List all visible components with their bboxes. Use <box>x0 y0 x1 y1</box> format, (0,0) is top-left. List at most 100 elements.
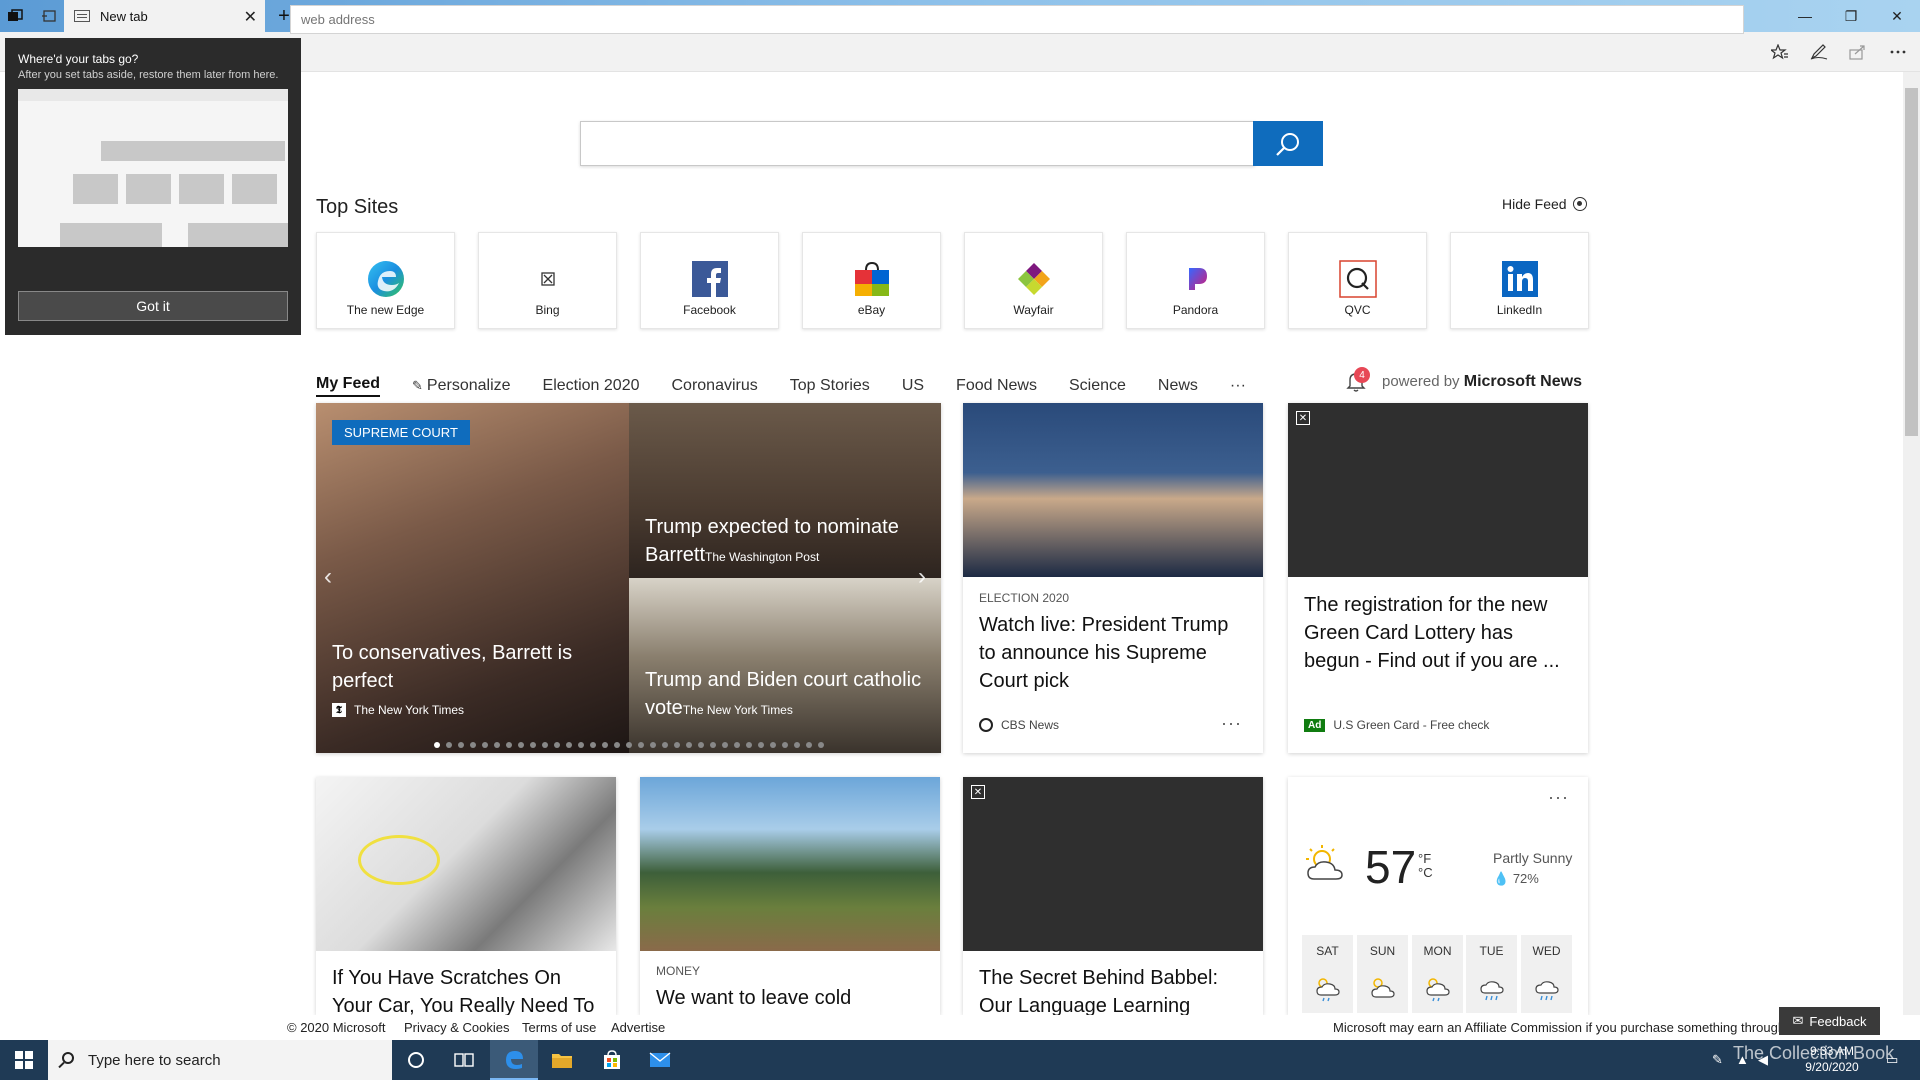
rain-cloud-icon <box>1480 981 1504 1001</box>
hero-story-title[interactable]: Trump and Biden court catholic voteThe N… <box>645 666 935 724</box>
tab-food-news[interactable]: Food News <box>956 377 1037 395</box>
carousel-prev-button[interactable]: ‹ <box>324 563 332 591</box>
ebay-bag-icon <box>852 259 892 299</box>
rain-sun-icon <box>1426 978 1450 1002</box>
notifications-icon[interactable]: ▭ <box>1886 1052 1898 1068</box>
restore-button[interactable]: ❐ <box>1828 0 1874 32</box>
top-site-label: The new Edge <box>346 303 425 317</box>
tab-election-2020[interactable]: Election 2020 <box>543 377 640 395</box>
carousel-next-button[interactable]: › <box>918 563 926 591</box>
top-site-label: QVC <box>1344 303 1371 317</box>
top-site-ebay[interactable]: eBay <box>802 232 941 329</box>
top-site-qvc[interactable]: QVC <box>1288 232 1427 329</box>
got-it-button[interactable]: Got it <box>18 291 288 321</box>
pen-workspace-icon[interactable]: ✎ <box>1712 1052 1723 1068</box>
hide-feed-button[interactable]: Hide Feed <box>1502 196 1587 212</box>
set-tabs-aside-icon[interactable] <box>34 0 64 32</box>
network-icon[interactable]: ▲ <box>1736 1052 1749 1067</box>
tab-us[interactable]: US <box>902 377 924 395</box>
privacy-link[interactable]: Privacy & Cookies <box>404 1020 509 1035</box>
hero-story-source: 𝕿 The New York Times <box>332 703 464 717</box>
close-tab-icon[interactable]: ✕ <box>244 7 257 27</box>
linkedin-logo-icon <box>1500 259 1540 299</box>
taskbar-search[interactable]: Type here to search <box>48 1040 392 1080</box>
advertise-link[interactable]: Advertise <box>611 1020 665 1035</box>
tab-coronavirus[interactable]: Coronavirus <box>672 377 758 395</box>
file-explorer-icon[interactable] <box>538 1040 586 1080</box>
top-site-label: LinkedIn <box>1496 303 1543 317</box>
close-window-button[interactable]: ✕ <box>1874 0 1920 32</box>
clock-date: 9/20/2020 <box>1805 1060 1859 1074</box>
more-options-icon[interactable] <box>1884 40 1912 64</box>
favorites-icon[interactable] <box>1766 40 1794 64</box>
ad-headline: The registration for the new Green Card … <box>1304 594 1560 672</box>
top-site-wayfair[interactable]: Wayfair <box>964 232 1103 329</box>
scrollbar-thumb[interactable] <box>1905 88 1918 436</box>
tab-my-feed[interactable]: My Feed <box>316 375 381 397</box>
tabs-aside-icon[interactable] <box>0 0 30 32</box>
ad-card-scratches[interactable]: If You Have Scratches On Your Car, You R… <box>316 777 616 1015</box>
tab-news[interactable]: News <box>1158 377 1198 395</box>
pen-icon[interactable] <box>1805 40 1833 64</box>
cortana-icon[interactable] <box>392 1040 440 1080</box>
more-tabs-button[interactable]: ··· <box>1230 377 1246 395</box>
powered-by: powered by Microsoft News <box>1382 373 1582 391</box>
hero-story-source: The Washington Post <box>705 550 820 564</box>
edge-taskbar-icon[interactable] <box>490 1040 538 1080</box>
weather-unit-toggle[interactable]: °F °C <box>1418 852 1433 880</box>
tab-science[interactable]: Science <box>1069 377 1126 395</box>
facebook-logo-icon <box>690 259 730 299</box>
ad-headline: The Secret Behind Babbel: Our Language L… <box>979 967 1219 1015</box>
hero-image-barrett <box>316 403 629 753</box>
qvc-logo-icon <box>1338 259 1378 299</box>
top-site-pandora[interactable]: Pandora <box>1126 232 1265 329</box>
news-card-money[interactable]: MONEY We want to leave cold <box>640 777 940 1015</box>
store-icon[interactable] <box>588 1040 636 1080</box>
mail-icon[interactable] <box>636 1040 684 1080</box>
more-options-button[interactable]: ··· <box>1221 713 1242 734</box>
feedback-button[interactable]: ✉ Feedback <box>1779 1007 1880 1035</box>
top-site-linkedin[interactable]: LinkedIn <box>1450 232 1589 329</box>
news-headline: We want to leave cold <box>656 987 852 1009</box>
top-site-label: Facebook <box>683 303 736 317</box>
tab-top-stories[interactable]: Top Stories <box>790 377 870 395</box>
task-view-icon[interactable] <box>440 1040 488 1080</box>
ad-card-babbel[interactable]: ✕ The Secret Behind Babbel: Our Language… <box>963 777 1263 1015</box>
hero-carousel[interactable]: SUPREME COURT To conservatives, Barrett … <box>316 403 941 753</box>
system-clock[interactable]: 9:33 AM 9/20/2020 <box>1792 1043 1872 1075</box>
feed-nav: My Feed ✎ Personalize Election 2020 Coron… <box>316 374 1278 398</box>
ad-source: Ad U.S Green Card - Free check <box>1304 718 1489 732</box>
unit-celsius[interactable]: °C <box>1418 866 1433 880</box>
hero-story-title[interactable]: To conservatives, Barrett is perfect <box>332 639 612 695</box>
ad-image <box>963 777 1263 951</box>
search-icon <box>1276 132 1299 156</box>
pandora-logo-icon <box>1176 259 1216 299</box>
ad-card-greencard[interactable]: ✕ The registration for the new Green Car… <box>1288 403 1588 753</box>
carousel-dots[interactable] <box>416 742 841 748</box>
top-site-facebook[interactable]: Facebook <box>640 232 779 329</box>
minimize-button[interactable]: — <box>1782 0 1828 32</box>
news-card-trump[interactable]: ELECTION 2020 Watch live: President Trum… <box>963 403 1263 753</box>
top-site-edge[interactable]: The new Edge <box>316 232 455 329</box>
partly-sunny-icon <box>1306 845 1343 880</box>
hero-story-title[interactable]: Trump expected to nominate BarrettThe Wa… <box>645 513 930 571</box>
more-options-button[interactable]: ··· <box>1548 787 1569 808</box>
tab-personalize[interactable]: ✎ Personalize <box>412 377 511 395</box>
top-site-label: Pandora <box>1172 303 1219 317</box>
search-input[interactable] <box>580 121 1255 166</box>
page-footer: © 2020 Microsoft Privacy & Cookies Terms… <box>0 1015 1920 1039</box>
search-button[interactable] <box>1253 121 1323 166</box>
start-button[interactable] <box>0 1040 48 1080</box>
unit-fahrenheit[interactable]: °F <box>1418 852 1433 866</box>
top-site-bing[interactable]: Bing <box>478 232 617 329</box>
volume-icon[interactable]: ◀ <box>1758 1052 1768 1068</box>
address-input[interactable] <box>290 5 1744 34</box>
share-icon[interactable] <box>1844 40 1872 64</box>
top-sites-title: Top Sites <box>316 196 399 218</box>
tab-new-tab[interactable]: New tab ✕ <box>64 0 265 32</box>
hero-category-tag: SUPREME COURT <box>332 420 470 445</box>
top-site-label: Wayfair <box>1013 303 1054 317</box>
cbs-logo-icon <box>979 718 993 732</box>
wayfair-logo-icon <box>1014 259 1054 299</box>
terms-link[interactable]: Terms of use <box>522 1020 596 1035</box>
